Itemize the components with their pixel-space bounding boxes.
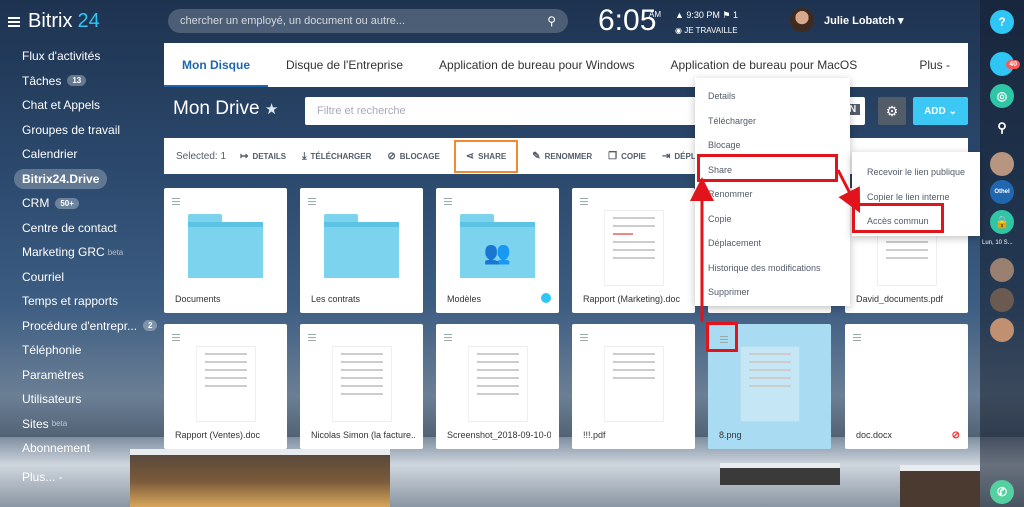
arrow-right	[836, 169, 861, 214]
tutorial-arrows	[690, 169, 861, 322]
